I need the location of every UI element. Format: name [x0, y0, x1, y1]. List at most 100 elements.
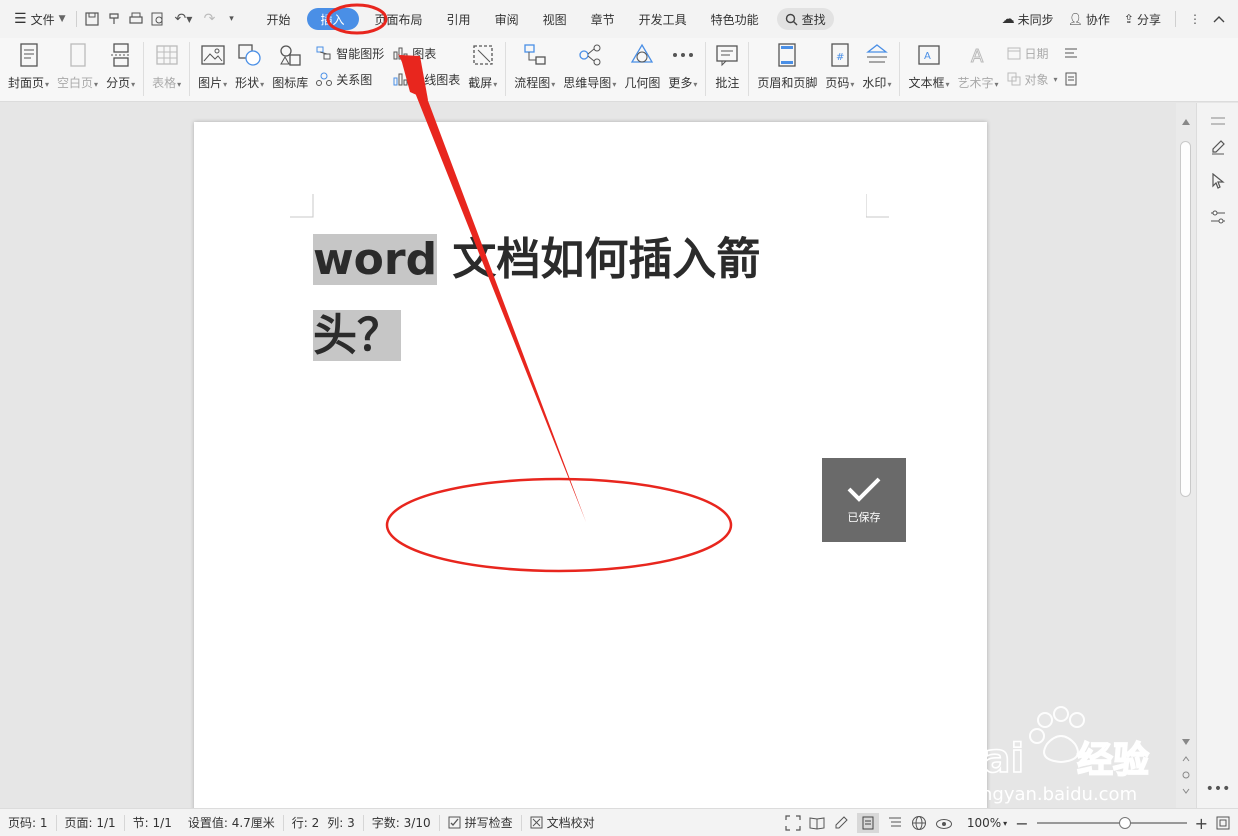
- fullscreen-icon[interactable]: [785, 815, 801, 831]
- shapes-button[interactable]: 形状▾: [231, 38, 268, 100]
- format-painter-icon[interactable]: [103, 8, 125, 30]
- print-preview-icon[interactable]: [147, 8, 169, 30]
- cover-page-button[interactable]: 封面页▾: [4, 38, 53, 100]
- date-button[interactable]: 日期: [1007, 44, 1058, 62]
- status-pages-text: 页面: 1/1: [64, 816, 116, 830]
- checkmark-icon: [847, 477, 881, 502]
- scroll-up-icon[interactable]: [1182, 119, 1190, 125]
- document-title[interactable]: word 文档如何插入箭 头？: [313, 222, 813, 374]
- share-button[interactable]: ⇪ 分享: [1118, 7, 1167, 31]
- date-label: 日期: [1024, 46, 1049, 61]
- customize-toolbar-icon[interactable]: ▾: [221, 8, 243, 30]
- status-setting[interactable]: 设置值: 4.7厘米: [180, 814, 283, 831]
- pen-icon[interactable]: [1208, 137, 1228, 157]
- status-page-number[interactable]: 页码: 1: [0, 814, 56, 831]
- online-chart-label: 在线图表: [412, 72, 461, 87]
- geometry-button[interactable]: 几何图: [620, 38, 664, 100]
- more-button[interactable]: 更多▾: [664, 38, 701, 100]
- screenshot-button[interactable]: 截屏▾: [464, 38, 501, 100]
- eye-protection-icon[interactable]: [935, 815, 953, 831]
- scrollbar-thumb[interactable]: [1180, 141, 1191, 497]
- mindmap-button[interactable]: 思维导图▾: [559, 38, 620, 100]
- text-align-icon[interactable]: [1064, 44, 1078, 62]
- print-icon[interactable]: [125, 8, 147, 30]
- doc-proof-button[interactable]: 文档校对: [522, 814, 603, 831]
- zoom-level-text: 100%: [966, 816, 1002, 830]
- cover-page-icon: [19, 43, 38, 67]
- next-page-icon[interactable]: [1182, 787, 1190, 795]
- page-view-button[interactable]: [856, 813, 879, 833]
- document-icon[interactable]: [1064, 70, 1078, 88]
- hamburger-icon: ☰: [14, 11, 27, 27]
- relation-map-button[interactable]: 关系图: [316, 70, 384, 88]
- tab-2[interactable]: 页面布局: [363, 8, 435, 30]
- vertical-scrollbar[interactable]: [1176, 103, 1196, 808]
- zoom-level[interactable]: 100% ▾: [967, 816, 1007, 830]
- scroll-down-icon[interactable]: [1182, 739, 1190, 745]
- file-menu[interactable]: ☰ 文件 ▼: [8, 7, 72, 31]
- collab-button[interactable]: 👤︎ 协作: [1062, 7, 1116, 31]
- tab-7[interactable]: 开发工具: [627, 8, 699, 30]
- collapse-ribbon-icon[interactable]: [1208, 8, 1230, 30]
- selected-text[interactable]: word: [313, 234, 438, 285]
- chart-button[interactable]: 图表: [392, 44, 460, 62]
- picture-button[interactable]: 图片▾: [194, 38, 231, 100]
- status-row[interactable]: 行: 2: [284, 814, 328, 831]
- web-view-icon[interactable]: [911, 815, 927, 831]
- undo-icon[interactable]: ↶ ▼: [169, 8, 199, 30]
- comment-button[interactable]: 批注: [710, 38, 744, 100]
- tab-5[interactable]: 视图: [531, 8, 579, 30]
- online-chart-button[interactable]: 在线图表: [392, 70, 460, 88]
- table-button[interactable]: 表格▾: [148, 38, 185, 100]
- status-col[interactable]: 列: 3: [327, 814, 363, 831]
- spell-check-button[interactable]: 拼写检查: [440, 814, 521, 831]
- status-col-text: 列: 3: [327, 816, 355, 830]
- blank-page-label: 空白页: [57, 76, 94, 90]
- status-pages[interactable]: 页面: 1/1: [57, 814, 124, 831]
- tab-1[interactable]: 插入: [306, 8, 359, 30]
- more-label: 更多: [668, 76, 693, 90]
- divider: [748, 42, 750, 96]
- tab-0[interactable]: 开始: [255, 8, 303, 30]
- page-number-button[interactable]: # 页码▾: [821, 38, 858, 100]
- flowchart-button[interactable]: 流程图▾: [510, 38, 559, 100]
- status-word-count[interactable]: 字数: 3/10: [364, 814, 439, 831]
- icon-library-button[interactable]: 图标库: [268, 38, 312, 100]
- search-button[interactable]: 查找: [776, 8, 834, 30]
- save-icon[interactable]: [81, 8, 103, 30]
- zoom-slider-knob[interactable]: [1118, 817, 1131, 829]
- read-mode-icon[interactable]: [809, 815, 825, 831]
- redo-icon[interactable]: ↷: [199, 8, 221, 30]
- tab-6[interactable]: 章节: [579, 8, 627, 30]
- tab-8[interactable]: 特色功能: [699, 8, 771, 30]
- zoom-out-button[interactable]: −: [1015, 814, 1028, 833]
- blank-page-button[interactable]: 空白页▾: [53, 38, 102, 100]
- settings-sliders-icon[interactable]: [1208, 207, 1228, 227]
- prev-page-icon[interactable]: [1182, 755, 1190, 763]
- zoom-slider[interactable]: [1036, 817, 1187, 829]
- file-menu-label: 文件: [30, 12, 55, 27]
- art-text-button[interactable]: A 艺术字▾: [953, 38, 1002, 100]
- title-text[interactable]: 文档如何插入箭: [437, 234, 760, 285]
- more-horizontal-icon[interactable]: •••: [1206, 779, 1231, 799]
- cursor-icon[interactable]: [1208, 171, 1228, 191]
- textbox-button[interactable]: A 文本框▾: [904, 38, 953, 100]
- tab-4[interactable]: 审阅: [483, 8, 531, 30]
- smart-art-button[interactable]: 智能图形: [316, 44, 384, 62]
- outline-view-icon[interactable]: [887, 815, 903, 831]
- selected-text-line2[interactable]: 头？: [313, 310, 401, 361]
- watermark-button[interactable]: 水印▾: [858, 38, 895, 100]
- sync-button[interactable]: ☁ 未同步: [996, 7, 1060, 31]
- status-section[interactable]: 节: 1/1: [125, 814, 180, 831]
- object-button[interactable]: 对象 ▾: [1007, 70, 1058, 88]
- tab-3[interactable]: 引用: [435, 8, 483, 30]
- header-footer-label: 页眉和页脚: [757, 76, 818, 90]
- select-browse-object-icon[interactable]: [1182, 771, 1190, 779]
- fit-page-icon[interactable]: [1216, 816, 1230, 830]
- zoom-in-button[interactable]: +: [1195, 814, 1208, 833]
- header-footer-button[interactable]: 页眉和页脚: [753, 38, 821, 100]
- edit-mode-icon[interactable]: [833, 815, 849, 831]
- pane-menu-icon[interactable]: [1208, 111, 1228, 131]
- more-vertical-icon[interactable]: ⋮: [1184, 8, 1206, 30]
- page-break-button[interactable]: 分页▾: [102, 38, 139, 100]
